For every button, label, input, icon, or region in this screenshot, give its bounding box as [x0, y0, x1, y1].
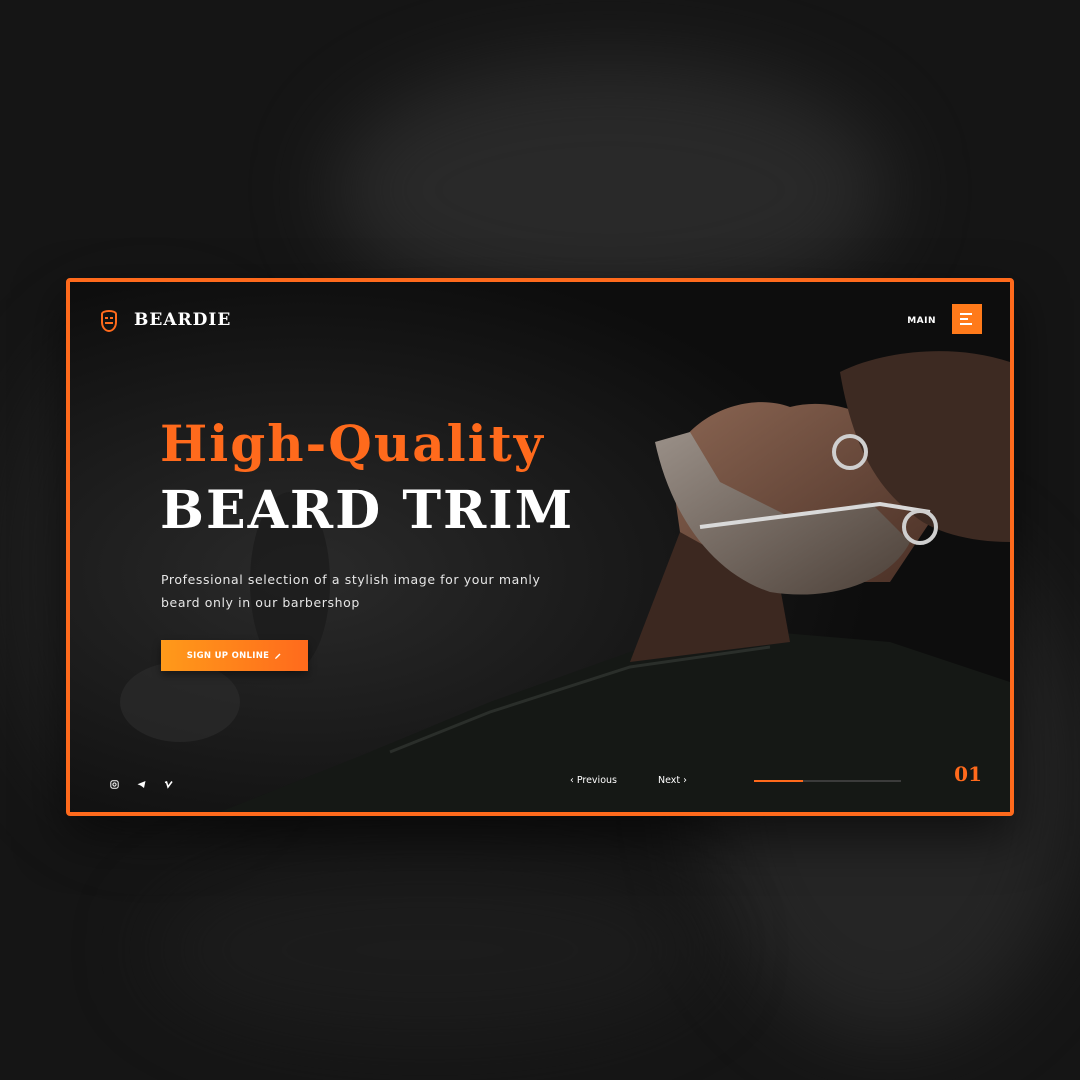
next-slide-button[interactable]: Next › — [658, 775, 687, 786]
hero-title-line1: High-Quality — [160, 414, 545, 473]
vimeo-icon[interactable] — [164, 774, 173, 789]
nav-main-link[interactable]: MAIN — [907, 316, 936, 326]
barber-photo — [70, 282, 1010, 812]
pencil-icon — [274, 652, 282, 660]
hero-card: BEARDIE MAIN High-Quality BEARD TRIM Pro… — [66, 278, 1014, 816]
signup-online-label: SIGN UP ONLINE — [186, 650, 270, 661]
slide-progress-fill — [754, 780, 803, 782]
hero-title-line2: BEARD TRIM — [160, 480, 575, 541]
brand-name: BEARDIE — [134, 310, 232, 330]
bearded-face-icon — [98, 308, 120, 333]
slide-number: 01 — [954, 762, 982, 786]
previous-label: Previous — [576, 775, 617, 786]
social-links — [110, 774, 173, 789]
instagram-icon[interactable] — [110, 774, 119, 789]
signup-online-button[interactable]: SIGN UP ONLINE — [161, 640, 308, 671]
menu-button[interactable] — [952, 304, 982, 334]
hero-description: Professional selection of a stylish imag… — [161, 572, 541, 610]
slide-progress — [754, 780, 901, 782]
chevron-right-icon: › — [680, 775, 687, 786]
next-label: Next — [658, 775, 681, 786]
brand-logo[interactable]: BEARDIE — [98, 308, 232, 333]
telegram-icon[interactable] — [137, 774, 146, 788]
chevron-left-icon: ‹ — [570, 775, 577, 786]
previous-slide-button[interactable]: ‹ Previous — [570, 775, 617, 786]
